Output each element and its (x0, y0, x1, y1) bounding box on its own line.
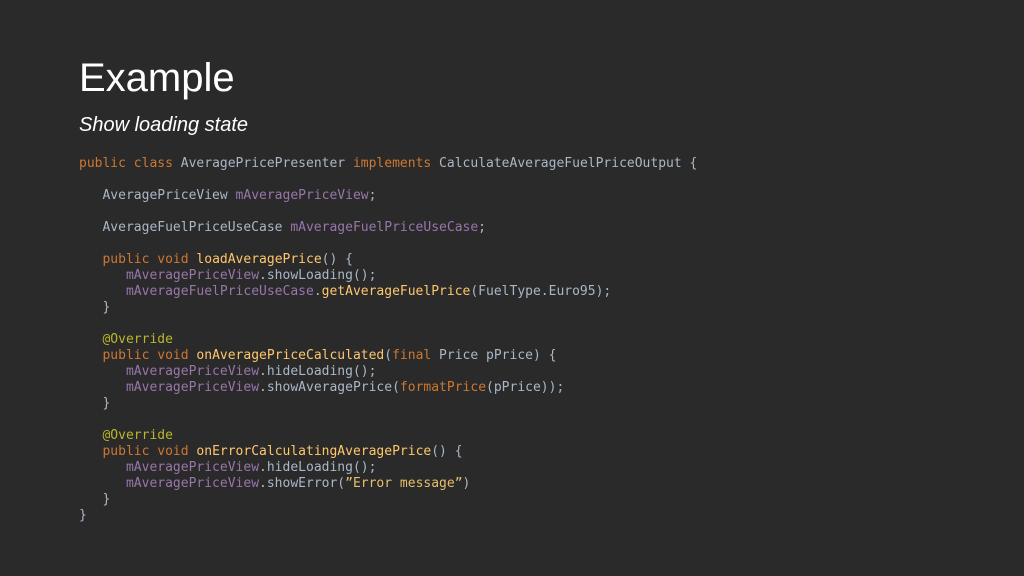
code-token: public (102, 444, 150, 459)
code-line: } (79, 508, 697, 524)
code-token: () { (321, 252, 353, 267)
code-token: } (79, 492, 111, 507)
code-line: @Override (79, 428, 697, 444)
code-token: CalculateAverageFuelPriceOutput { (431, 156, 698, 171)
code-token: mAveragePriceView (125, 364, 260, 379)
code-token: loadAveragePrice (196, 252, 322, 267)
code-line: AveragePriceView mAveragePriceView; (79, 188, 697, 204)
code-token: mAverageFuelPriceUseCase (125, 284, 314, 299)
code-token: Price pPrice) { (431, 348, 557, 363)
code-token: ; (478, 220, 486, 235)
slide: Example Show loading state public class … (0, 0, 1024, 576)
code-token: ) (462, 476, 471, 491)
code-line: mAverageFuelPriceUseCase.getAverageFuelP… (79, 284, 697, 300)
code-line: } (79, 396, 697, 412)
code-block: public class AveragePricePresenter imple… (79, 156, 697, 524)
code-line: } (79, 300, 697, 316)
code-line: mAveragePriceView.showLoading(); (79, 268, 697, 284)
code-line: } (79, 492, 697, 508)
code-token: .showError( (259, 476, 346, 491)
code-token: void (157, 252, 189, 267)
code-token: onAveragePriceCalculated (196, 348, 385, 363)
code-token: getAverageFuelPrice (321, 284, 471, 299)
code-token: (pPrice)); (486, 380, 565, 395)
code-token: . (313, 284, 322, 299)
code-token: mAveragePriceView (125, 380, 260, 395)
code-token: AveragePricePresenter (172, 156, 353, 171)
code-token: void (157, 348, 189, 363)
code-line: public void onErrorCalculatingAveragePri… (79, 444, 697, 460)
code-token: class (133, 156, 173, 171)
code-token: final (392, 348, 432, 363)
code-token: } (79, 300, 111, 315)
code-token: onErrorCalculatingAveragePrice (196, 444, 432, 459)
code-line: public void loadAveragePrice() { (79, 252, 697, 268)
slide-subtitle: Show loading state (79, 114, 249, 136)
code-token: .showAveragePrice( (259, 380, 400, 395)
code-token: .showLoading(); (259, 268, 377, 283)
slide-title: Example (79, 56, 235, 100)
code-line: AverageFuelPriceUseCase mAverageFuelPric… (79, 220, 697, 236)
code-line: @Override (79, 332, 697, 348)
code-line: mAveragePriceView.hideLoading(); (79, 364, 697, 380)
code-token: @Override (102, 428, 173, 443)
code-token: .hideLoading(); (259, 364, 377, 379)
code-line: public void onAveragePriceCalculated(fin… (79, 348, 697, 364)
code-token: (FuelType.Euro95); (470, 284, 612, 299)
code-token: public (79, 156, 126, 171)
code-token: @Override (102, 332, 173, 347)
code-token: mAveragePriceView (235, 188, 369, 203)
code-token: void (157, 444, 189, 459)
code-token: ( (384, 348, 393, 363)
code-token: ; (368, 188, 377, 203)
code-line: mAveragePriceView.showError(”Error messa… (79, 476, 697, 492)
code-token: mAveragePriceView (125, 476, 260, 491)
code-token: } (79, 508, 87, 523)
code-token: () { (431, 444, 463, 459)
code-token: .hideLoading(); (259, 460, 377, 475)
code-token: AverageFuelPriceUseCase (79, 220, 291, 235)
code-token: formatPrice (399, 380, 487, 395)
code-line: public class AveragePricePresenter imple… (79, 156, 697, 172)
code-token: mAverageFuelPriceUseCase (290, 220, 479, 235)
code-line: mAveragePriceView.hideLoading(); (79, 460, 697, 476)
code-token: mAveragePriceView (125, 460, 260, 475)
code-token: ”Error message” (345, 476, 463, 491)
code-token: mAveragePriceView (125, 268, 260, 283)
code-token: AveragePriceView (79, 188, 236, 203)
code-token: public (102, 348, 150, 363)
code-token: } (79, 396, 111, 411)
code-line: mAveragePriceView.showAveragePrice(forma… (79, 380, 697, 396)
code-token: public (102, 252, 150, 267)
code-token: implements (352, 156, 432, 171)
